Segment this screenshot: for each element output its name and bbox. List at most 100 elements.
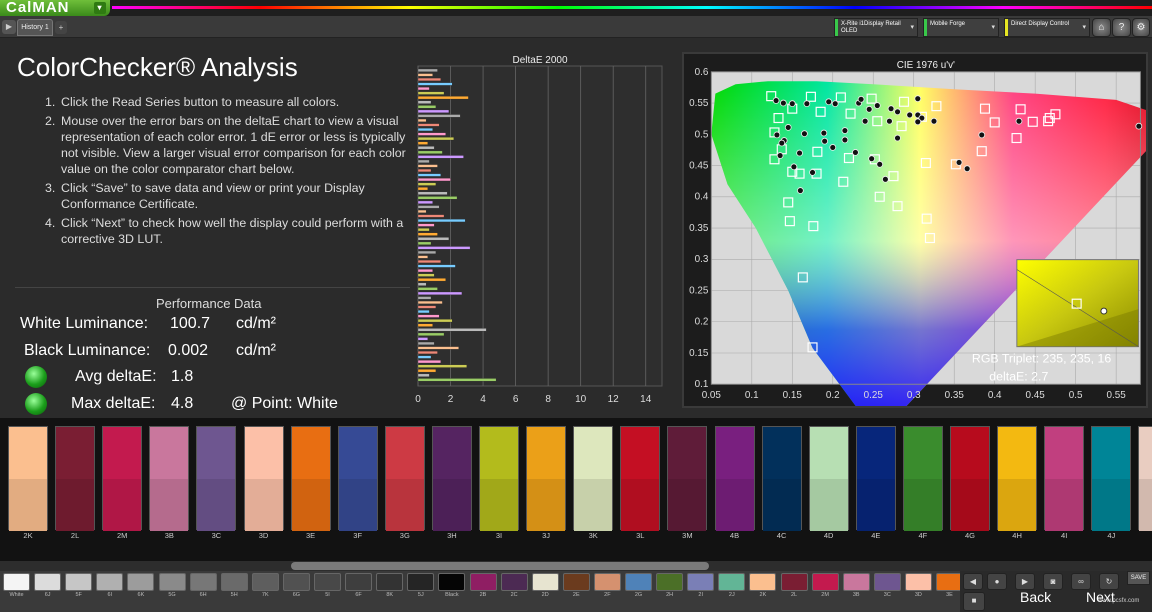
swatch-label: 3B (164, 531, 174, 540)
display-dropdown[interactable]: Direct Display Control ▾ (1004, 18, 1090, 37)
patch-thumb[interactable] (811, 573, 839, 591)
patch-thumb[interactable] (842, 573, 870, 591)
patch-thumb[interactable] (718, 573, 746, 591)
color-swatch[interactable] (808, 426, 849, 531)
stop-icon[interactable]: ● (987, 573, 1007, 590)
color-swatch[interactable] (667, 426, 708, 531)
measured-point (887, 105, 895, 113)
color-swatch[interactable] (1044, 426, 1085, 531)
chevron-down-icon[interactable]: ▾ (94, 2, 106, 14)
color-swatch[interactable] (431, 426, 472, 531)
patch-thumb[interactable] (251, 573, 279, 591)
swatch-label: 3E (306, 531, 316, 540)
tick-label: 0.2 (695, 317, 709, 328)
color-swatch[interactable] (761, 426, 802, 531)
color-swatch[interactable] (290, 426, 331, 531)
loop-icon[interactable]: ∞ (1071, 573, 1091, 590)
color-swatch[interactable] (526, 426, 567, 531)
color-swatch[interactable] (573, 426, 614, 531)
patch-thumb[interactable] (127, 573, 155, 591)
patch-thumb[interactable] (593, 573, 621, 591)
color-swatch[interactable] (950, 426, 990, 531)
play-icon[interactable]: ▶ (2, 20, 16, 34)
patch-thumb[interactable] (96, 573, 124, 591)
scrollbar[interactable] (0, 561, 1152, 571)
color-swatch[interactable] (902, 426, 943, 531)
patch-thumb[interactable] (189, 573, 217, 591)
help-icon[interactable]: ? (1112, 18, 1131, 37)
tab-history-1[interactable]: History 1 (17, 19, 53, 36)
stop-square-icon[interactable]: ■ (963, 592, 985, 611)
patch-thumb[interactable] (407, 573, 435, 591)
deltae-chart[interactable]: DeltaE 2000 0 2 4 6 8 10 12 14 (413, 52, 673, 412)
swatch-label: 4G (964, 531, 975, 540)
measured-point (876, 160, 884, 168)
patch-thumb[interactable] (904, 573, 932, 591)
patch-thumb[interactable] (438, 573, 466, 591)
avg-status-led (25, 366, 47, 388)
instruction-step: 3. Click “Save” to save data and view or … (45, 180, 410, 212)
color-swatch[interactable] (8, 426, 48, 531)
color-swatch[interactable] (337, 426, 378, 531)
patch-thumb[interactable] (749, 573, 777, 591)
swatch-label: 3H (447, 531, 457, 540)
save-button[interactable]: SAVE (1127, 571, 1150, 585)
deltae-bar (417, 369, 437, 373)
color-swatch[interactable] (714, 426, 755, 531)
color-swatch[interactable] (997, 426, 1038, 531)
measured-point (894, 134, 901, 142)
cie-chart[interactable]: CIE 1976 u'v'0.05 0.1 0.15 0.2 0.25 0.3 0.35 0.… (682, 52, 1148, 408)
measured-point (796, 149, 803, 157)
patch-thumb[interactable] (158, 573, 186, 591)
swatch-label: 2K (23, 531, 33, 540)
swatch-label: 3I (495, 531, 503, 540)
tick-label: 0.35 (689, 223, 709, 234)
patch-thumb[interactable] (345, 573, 373, 591)
patch-thumb[interactable] (220, 573, 248, 591)
patch-thumb[interactable] (500, 573, 528, 591)
deltae-bar (417, 100, 432, 104)
tick-label: 4 (480, 394, 486, 405)
color-swatch[interactable] (243, 426, 284, 531)
scrollbar-thumb[interactable] (291, 562, 709, 570)
color-swatch[interactable] (196, 426, 237, 531)
back-button[interactable]: Back (1020, 589, 1051, 605)
patch-thumb[interactable] (314, 573, 341, 591)
settings-icon[interactable]: ⚙ (1132, 18, 1150, 37)
color-swatch[interactable] (384, 426, 425, 531)
patch-thumb[interactable] (282, 573, 310, 591)
refresh-icon[interactable]: ↻ (1099, 573, 1119, 590)
read-icon[interactable]: ◙ (1043, 573, 1063, 590)
patch-thumb-label: 3C (883, 592, 891, 598)
patch-thumb[interactable] (3, 573, 30, 591)
color-swatch[interactable] (55, 426, 96, 531)
meter-dropdown[interactable]: X-Rite i1Display Retail OLED ▾ (834, 18, 918, 37)
color-swatch[interactable] (620, 426, 661, 531)
patch-thumb[interactable] (34, 573, 62, 591)
color-swatch[interactable] (855, 426, 896, 531)
add-tab-button[interactable]: + (55, 21, 67, 34)
patch-thumb[interactable] (376, 573, 404, 591)
patch-thumb[interactable] (873, 573, 901, 591)
patch-thumb[interactable] (65, 573, 93, 591)
color-swatch[interactable] (1091, 426, 1132, 531)
color-swatch[interactable] (102, 426, 143, 531)
source-dropdown[interactable]: Mobile Forge ▾ (923, 18, 999, 37)
color-swatch[interactable] (1138, 426, 1152, 531)
color-swatch[interactable] (479, 426, 519, 531)
home-icon[interactable]: ⌂ (1092, 18, 1111, 37)
app-logo[interactable]: CalMAN ▾ (0, 0, 110, 16)
patch-thumb[interactable] (562, 573, 590, 591)
play-icon[interactable]: ▶ (1015, 573, 1035, 590)
patch-thumb[interactable] (469, 573, 497, 591)
measured-point (955, 159, 963, 166)
prev-icon[interactable]: ◀ (963, 573, 983, 590)
patch-thumb[interactable] (780, 573, 808, 591)
deltae-bar (417, 223, 435, 227)
color-swatch[interactable] (149, 426, 190, 531)
patch-thumb[interactable] (656, 573, 684, 591)
patch-thumb[interactable] (936, 573, 963, 591)
patch-thumb[interactable] (625, 573, 652, 591)
patch-thumb[interactable] (687, 573, 715, 591)
patch-thumb[interactable] (531, 573, 559, 591)
